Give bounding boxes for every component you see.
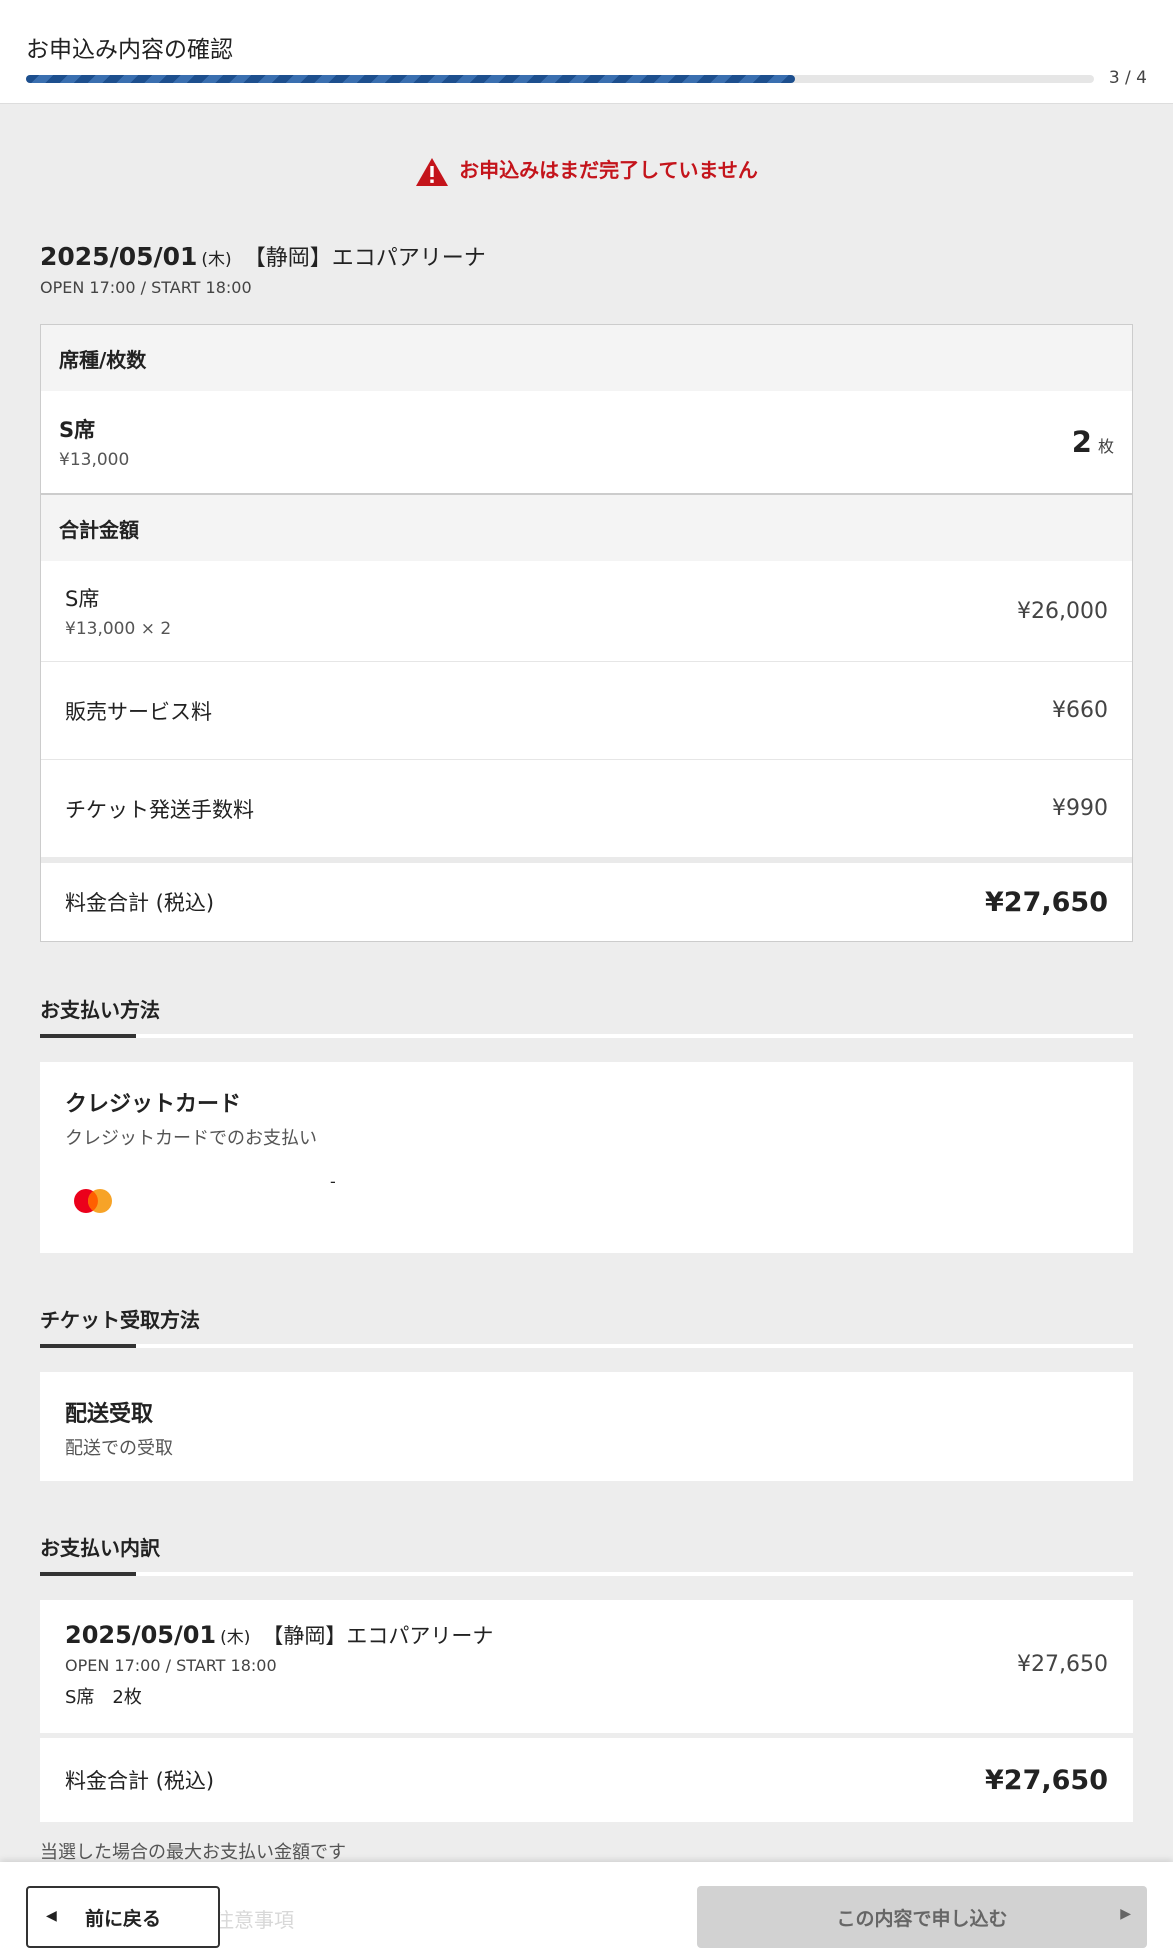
seat-row: S席 ¥13,000 2枚 [41, 391, 1132, 493]
warning-icon [416, 157, 449, 186]
breakdown-total-amount: ¥27,650 [985, 1764, 1108, 1796]
breakdown-card: 2025/05/01 (木) 【静岡】エコパアリーナ OPEN 17:00 / ST… [40, 1600, 1133, 1733]
event-time: OPEN 17:00 / START 18:00 [40, 278, 252, 297]
delivery-section-title: チケット受取方法 [40, 1308, 200, 1332]
delivery-title: 配送受取 [65, 1402, 154, 1427]
delivery-section-heading: チケット受取方法 [40, 1304, 1133, 1348]
submit-button-label: この内容で申し込む [836, 1907, 1008, 1930]
event-day-of-week: (木) [201, 250, 232, 270]
breakdown-event-heading: 2025/05/01 (木) 【静岡】エコパアリーナ [65, 1620, 1108, 1650]
back-button-label: 前に戻る [84, 1907, 161, 1930]
progress-bar [26, 75, 1094, 83]
page-title: お申込み内容の確認 [26, 37, 233, 63]
breakdown-venue: 【静岡】エコパアリーナ [262, 1624, 494, 1648]
total-row: 販売サービス料 ¥660 [41, 661, 1132, 759]
total-row: S席 ¥13,000 × 2 ¥26,000 [41, 561, 1132, 661]
submit-arrow-icon: ▶ [1120, 1906, 1131, 1922]
total-summary: 合計金額 S席 ¥13,000 × 2 ¥26,000 販売サービス料 ¥660… [40, 493, 1133, 942]
total-row-amount: ¥26,000 [1017, 598, 1108, 624]
payment-section-heading: お支払い方法 [40, 994, 1133, 1038]
incomplete-warning: お申込みはまだ完了していません [0, 154, 1173, 187]
event-heading: 2025/05/01 (木) 【静岡】エコパアリーナ [40, 240, 486, 272]
event-venue: 【静岡】エコパアリーナ [243, 246, 486, 271]
progress-fill [26, 75, 795, 83]
mastercard-icon [72, 1186, 116, 1216]
section-underline [40, 1572, 1133, 1576]
payment-section-title: お支払い方法 [40, 998, 160, 1022]
breakdown-total-label: 料金合計 (税込) [65, 1769, 215, 1793]
total-row: チケット発送手数料 ¥990 [41, 759, 1132, 857]
delivery-sub: 配送での受取 [65, 1438, 173, 1459]
grand-total-amount: ¥27,650 [985, 886, 1108, 918]
breakdown-section-heading: お支払い内訳 [40, 1532, 1133, 1576]
progress-header: お申込み内容の確認 3 / 4 [0, 0, 1173, 104]
total-row-label: チケット発送手数料 [65, 797, 254, 822]
total-row-label: S席 [65, 587, 100, 611]
breakdown-total-row: 料金合計 (税込) ¥27,650 [40, 1738, 1133, 1822]
breakdown-time: OPEN 17:00 / START 18:00 [65, 1656, 277, 1675]
section-underline [40, 1344, 1133, 1348]
seat-qty-unit: 枚 [1097, 437, 1114, 456]
grand-total-label: 料金合計 (税込) [65, 891, 215, 915]
breakdown-seats: S席 2枚 [65, 1687, 142, 1708]
section-underline [40, 1034, 1133, 1038]
back-button[interactable]: ◀ 前に戻る [26, 1886, 220, 1948]
breakdown-day-of-week: (木) [220, 1628, 251, 1648]
submit-button[interactable]: この内容で申し込む ▶ [697, 1886, 1147, 1948]
total-row-label: 販売サービス料 [65, 699, 212, 724]
notes-heading: 注意事項 [214, 1908, 294, 1932]
action-footer: 注意事項 ◀ 前に戻る この内容で申し込む ▶ [0, 1862, 1173, 1954]
seat-summary-header: 席種/枚数 [41, 325, 1132, 391]
delivery-card: 配送受取 配送での受取 [40, 1372, 1133, 1481]
total-summary-header: 合計金額 [41, 495, 1132, 561]
seat-name: S席 [59, 418, 96, 442]
back-arrow-icon: ◀ [46, 1908, 57, 1924]
breakdown-section-title: お支払い内訳 [40, 1536, 160, 1560]
total-row-amount: ¥990 [1052, 796, 1108, 821]
payment-sub: クレジットカードでのお支払い [65, 1128, 317, 1149]
total-row-sub: ¥13,000 × 2 [65, 619, 172, 639]
warning-text: お申込みはまだ完了していません [459, 158, 758, 182]
event-date: 2025/05/01 [40, 242, 198, 271]
payment-title: クレジットカード [65, 1092, 242, 1117]
seat-price: ¥13,000 [59, 450, 130, 470]
step-counter: 3 / 4 [1108, 68, 1147, 88]
breakdown-date: 2025/05/01 [65, 1621, 217, 1649]
card-number: - [330, 1172, 336, 1191]
breakdown-amount: ¥27,650 [1017, 1652, 1108, 1677]
grand-total-row: 料金合計 (税込) ¥27,650 [41, 857, 1132, 941]
total-row-amount: ¥660 [1052, 698, 1108, 723]
seat-summary: 席種/枚数 S席 ¥13,000 2枚 [40, 324, 1133, 494]
payment-card: クレジットカード クレジットカードでのお支払い - [40, 1062, 1133, 1253]
seat-qty: 2 [1071, 425, 1092, 459]
max-payment-note: 当選した場合の最大お支払い金額です [40, 1842, 346, 1863]
